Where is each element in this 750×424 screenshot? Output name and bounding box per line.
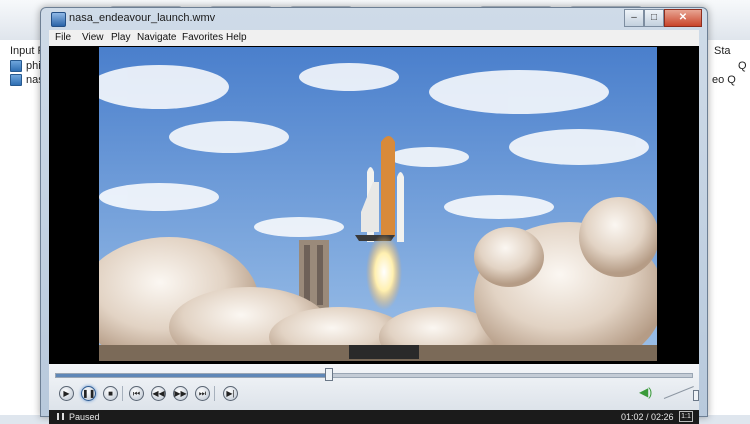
status-header: Sta [714,45,731,57]
pause-icon: ❚❚ [82,389,96,398]
video-display[interactable] [49,46,699,364]
play-button[interactable]: ▶ [59,386,74,401]
frame-step-button[interactable]: ▶| [223,386,238,401]
menu-play[interactable]: Play [111,32,130,43]
controls-divider [122,386,123,401]
menu-file[interactable]: File [55,32,71,43]
play-icon: ▶ [63,389,70,398]
previous-frame-button[interactable]: ⏮ [129,386,144,401]
seek-handle[interactable] [325,368,334,381]
video-file-icon [10,74,22,87]
status-cell: Q [738,60,747,72]
engine-flame [366,234,402,310]
status-panel: Sta Q eo Q [707,40,750,415]
title-bar[interactable]: nasa_endeavour_launch.wmv – □ ✕ [41,8,707,30]
menu-favorites[interactable]: Favorites [182,32,223,43]
menu-view[interactable]: View [82,32,104,43]
seek-bar[interactable] [55,373,693,378]
controls-divider [214,386,215,401]
pause-button[interactable]: ❚❚ [81,386,96,401]
media-player-icon [51,12,66,27]
playback-time: 01:02 / 02:26 [621,412,674,422]
video-frame-shuttle-launch [99,47,657,361]
fast-forward-button[interactable]: ▶▶ [173,386,188,401]
menu-bar: File View Play Navigate Favorites Help [49,30,699,47]
previous-icon: ⏮ [132,389,141,398]
fast-forward-icon: ▶▶ [174,389,187,398]
stop-button[interactable]: ■ [103,386,118,401]
next-icon: ⏭ [198,389,207,398]
menu-help[interactable]: Help [226,32,247,43]
playback-controls: ▶ ❚❚ ■ ⏮ ◀◀ ▶▶ ⏭ ▶| ◀) [49,364,699,410]
stop-icon: ■ [108,389,113,398]
volume-speaker-icon[interactable]: ◀) [639,386,653,399]
close-button[interactable]: ✕ [664,9,702,27]
paused-state-icon [57,413,64,420]
seek-bar-progress [56,374,330,377]
volume-handle[interactable] [693,390,699,401]
volume-slider[interactable] [663,386,694,399]
media-player-window: nasa_endeavour_launch.wmv – □ ✕ File Vie… [40,7,708,424]
maximize-button[interactable]: □ [644,9,664,27]
next-frame-button[interactable]: ⏭ [195,386,210,401]
window-title: nasa_endeavour_launch.wmv [69,12,216,24]
menu-navigate[interactable]: Navigate [137,32,176,43]
frame-step-icon: ▶| [226,389,235,398]
playback-state: Paused [69,412,100,422]
status-bar: Paused 01:02 / 02:26 1:1 [49,410,699,424]
minimize-button[interactable]: – [624,9,644,27]
launch-pad-structure [349,345,419,359]
status-cell: eo Q [712,74,736,86]
video-file-icon [10,60,22,73]
aspect-ratio-icon[interactable]: 1:1 [679,411,693,422]
rewind-button[interactable]: ◀◀ [151,386,166,401]
rewind-icon: ◀◀ [152,389,165,398]
